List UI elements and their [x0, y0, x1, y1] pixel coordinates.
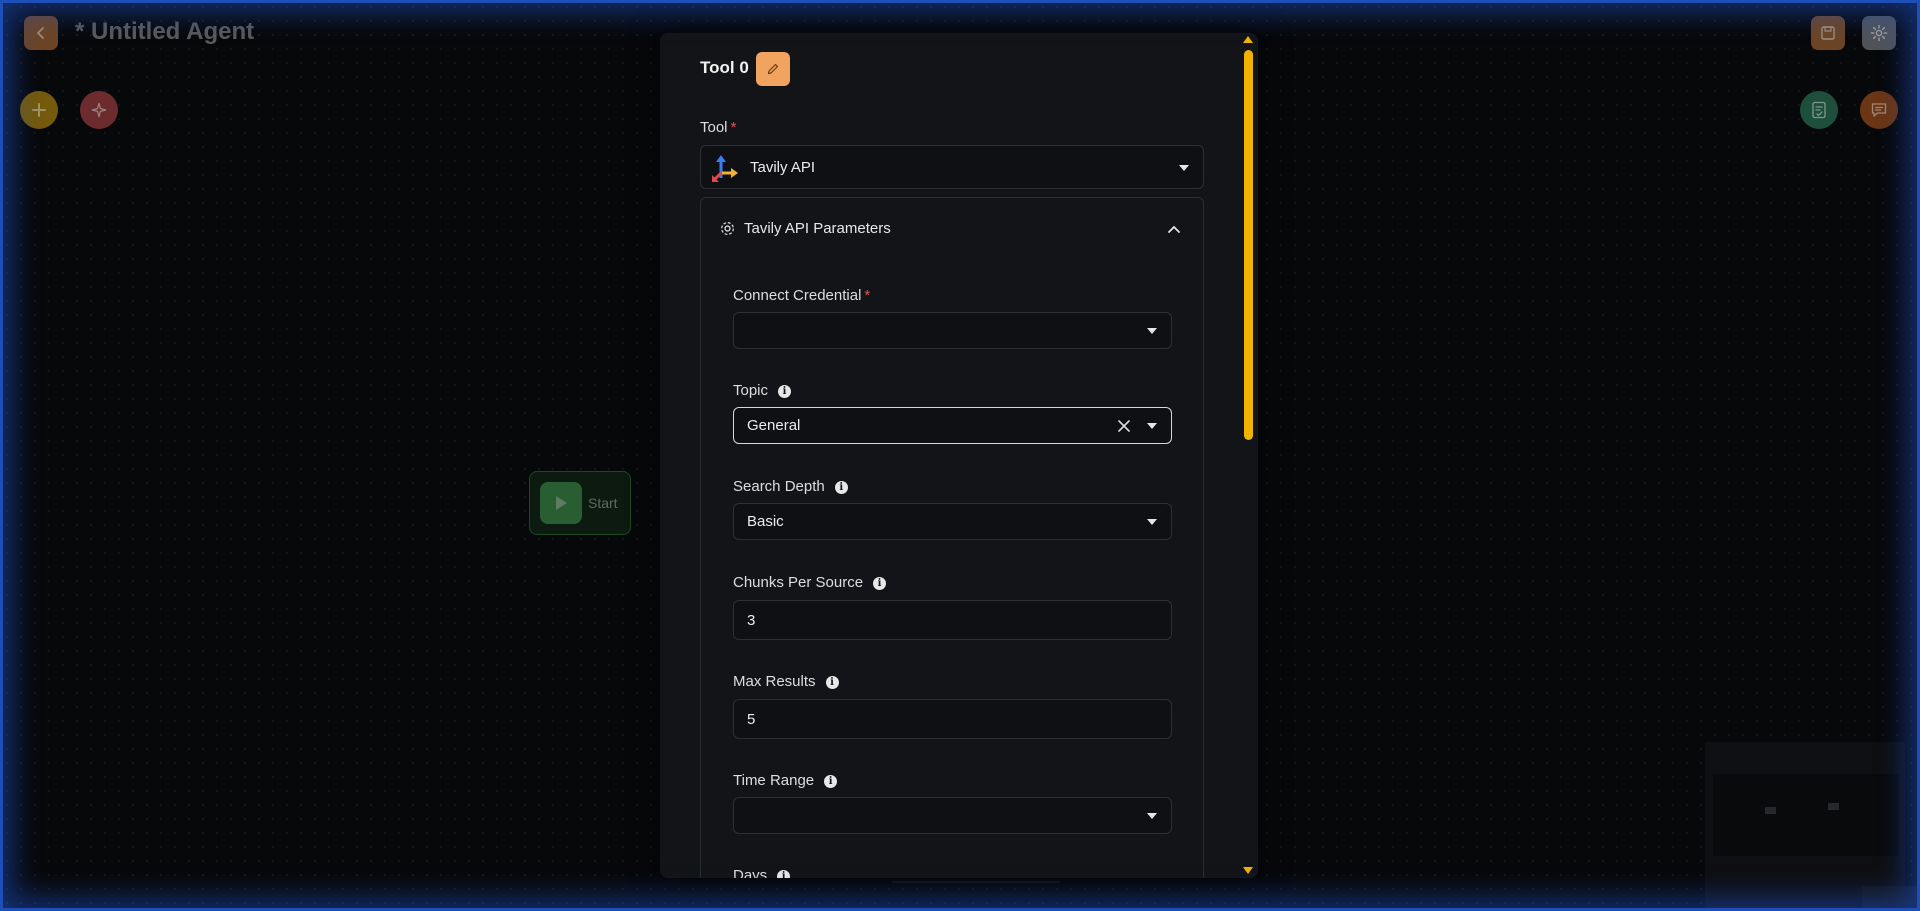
tavily-logo-icon	[712, 155, 738, 182]
tool-select[interactable]: Tavily API	[700, 145, 1204, 189]
topic-select[interactable]: General	[733, 407, 1172, 444]
scroll-down-arrow-icon[interactable]	[1243, 867, 1253, 874]
dropdown-caret-icon	[1147, 423, 1157, 429]
time-range-label: Time Range i	[733, 772, 838, 790]
info-icon[interactable]: i	[834, 481, 848, 494]
dropdown-caret-icon	[1147, 813, 1157, 819]
credential-select[interactable]	[733, 312, 1172, 349]
search-depth-value: Basic	[747, 513, 784, 530]
topic-value: General	[747, 417, 801, 434]
tool-select-value: Tavily API	[750, 158, 816, 176]
tool-config-dialog: Tool 0 Tool * Tavily API Tavily API Param…	[660, 33, 1258, 878]
dialog-content: Tool 0 Tool * Tavily API Tavily API Param…	[660, 33, 1238, 878]
days-label: Days i	[733, 867, 791, 878]
search-depth-label: Search Depth i	[733, 478, 848, 496]
edit-name-button[interactable]	[756, 52, 790, 86]
dropdown-caret-icon	[1179, 165, 1189, 171]
tool-name-title: Tool 0	[700, 58, 749, 77]
dropdown-caret-icon	[1147, 328, 1157, 334]
gear-icon	[721, 222, 734, 235]
info-icon[interactable]: i	[873, 577, 887, 590]
parameters-header[interactable]: Tavily API Parameters	[719, 220, 891, 237]
info-icon[interactable]: i	[825, 676, 839, 689]
credential-label: Connect Credential *	[733, 287, 871, 304]
parameters-title: Tavily API Parameters	[744, 220, 891, 237]
tool-field-label: Tool *	[700, 119, 737, 136]
max-results-input[interactable]: 5	[733, 699, 1172, 739]
search-depth-select[interactable]: Basic	[733, 503, 1172, 540]
info-icon[interactable]: i	[777, 870, 791, 878]
collapse-chevron-icon[interactable]	[1167, 224, 1181, 234]
time-range-select[interactable]	[733, 797, 1172, 834]
chunks-value: 3	[747, 611, 756, 629]
topic-label: Topic i	[733, 382, 792, 400]
info-icon[interactable]: i	[778, 385, 792, 398]
clear-icon[interactable]	[1117, 419, 1131, 433]
info-icon[interactable]: i	[824, 775, 838, 788]
scroll-thumb[interactable]	[1244, 50, 1253, 440]
dropdown-caret-icon	[1147, 519, 1157, 525]
pencil-icon	[767, 63, 779, 75]
max-results-value: 5	[747, 710, 756, 728]
chunks-input[interactable]: 3	[733, 600, 1172, 640]
scroll-up-arrow-icon[interactable]	[1243, 36, 1253, 43]
chunks-label: Chunks Per Source i	[733, 574, 887, 592]
max-results-label: Max Results i	[733, 673, 839, 691]
dialog-scrollbar[interactable]	[1238, 33, 1258, 878]
